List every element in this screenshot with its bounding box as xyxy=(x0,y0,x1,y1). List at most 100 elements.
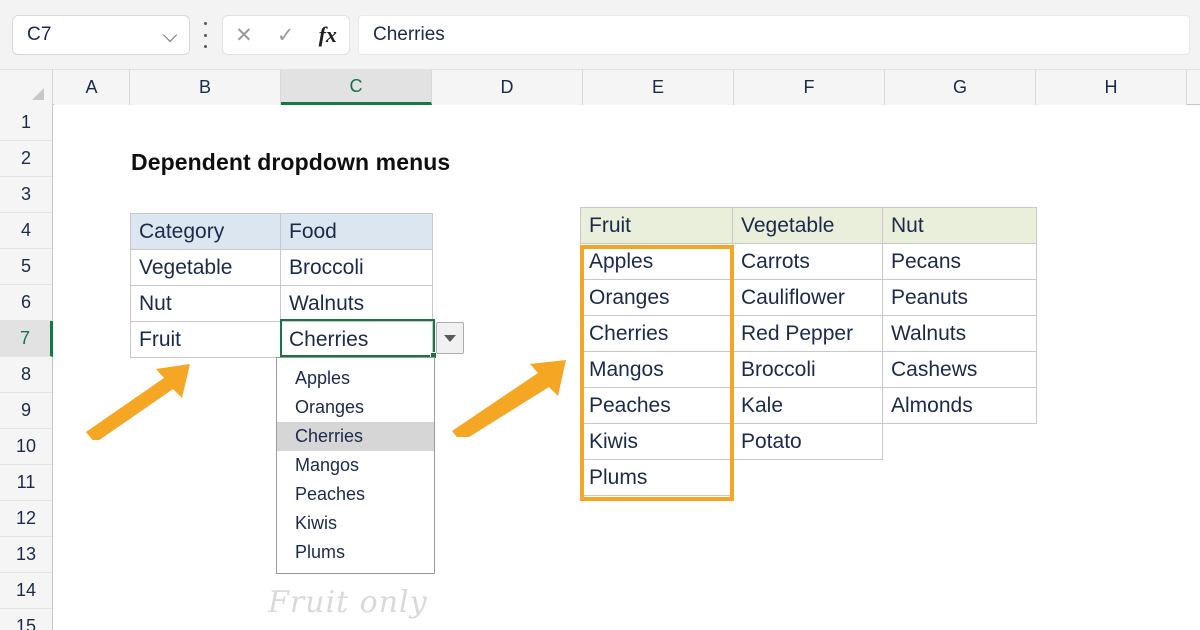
table-cell[interactable]: Plums xyxy=(580,459,733,496)
table-cell[interactable]: Pecans xyxy=(882,243,1037,280)
row-header-label: 8 xyxy=(20,364,31,384)
row-header-12[interactable]: 12 xyxy=(0,501,52,537)
row-header-6[interactable]: 6 xyxy=(0,285,52,321)
row-header-10[interactable]: 10 xyxy=(0,429,52,465)
row-header-11[interactable]: 11 xyxy=(0,465,52,501)
row-header-label: 4 xyxy=(20,220,31,240)
select-all-triangle-icon xyxy=(32,88,44,100)
more-options-icon[interactable] xyxy=(200,22,210,48)
excel-window: C7 ✕ ✓ fx Cherries A BCDE F G H 1 2 3 4 5 6 7 8 9 10 1… xyxy=(0,0,1200,630)
arrow-annotation-right xyxy=(452,360,566,437)
table-cell[interactable]: Peaches xyxy=(580,387,733,424)
column-header-cell[interactable]: Food xyxy=(280,213,433,250)
table-cell[interactable]: Almonds xyxy=(882,387,1037,424)
table-cell[interactable]: Kale xyxy=(732,387,883,424)
table-cell-empty xyxy=(883,424,1037,460)
dropdown-option[interactable]: Oranges xyxy=(277,393,434,422)
row-header-1[interactable]: 1 xyxy=(0,105,52,141)
table-cell[interactable]: Walnuts xyxy=(280,285,433,322)
table-cell[interactable]: Carrots xyxy=(732,243,883,280)
column-header-b[interactable]: B xyxy=(130,70,281,105)
row-header-14[interactable]: 14 xyxy=(0,573,52,609)
dropdown-option[interactable]: Kiwis xyxy=(277,509,434,538)
row-header-5[interactable]: 5 xyxy=(0,249,52,285)
row-header-9[interactable]: 9 xyxy=(0,393,52,429)
column-header-d[interactable]: D xyxy=(432,70,583,105)
column-header-label: F xyxy=(803,77,815,97)
table-row: Nut Walnuts xyxy=(130,285,433,322)
dropdown-list[interactable]: Apples Oranges Cherries Mangos Peaches Kiwis P… xyxy=(276,357,435,574)
dropdown-option[interactable]: Mangos xyxy=(277,451,434,480)
table-row: Oranges Cauliflower Peanuts xyxy=(580,279,1037,316)
column-header-cell[interactable]: Vegetable xyxy=(732,207,883,244)
source-lists-table: Fruit Vegetable Nut Apples Carrots Pecans Oran… xyxy=(580,207,1037,496)
column-header-label: G xyxy=(952,77,967,97)
column-header-c[interactable]: C xyxy=(281,70,432,105)
page-title: Dependent dropdown menus xyxy=(131,149,451,175)
column-header-g[interactable]: G xyxy=(885,70,1036,105)
table-row: Fruit Cherries xyxy=(130,321,433,358)
table-cell[interactable]: Cherries xyxy=(580,315,733,352)
category-food-table: Category Food Vegetable Broccoli Nut Walnuts F… xyxy=(130,213,433,358)
dropdown-option[interactable]: Peaches xyxy=(277,480,434,509)
table-cell[interactable]: Nut xyxy=(130,285,281,322)
column-header-cell[interactable]: Nut xyxy=(882,207,1037,244)
column-header-cell[interactable]: Fruit xyxy=(580,207,733,244)
column-header-h[interactable]: H xyxy=(1036,70,1187,105)
dropdown-toggle-button[interactable] xyxy=(436,322,464,354)
dropdown-option[interactable]: Plums xyxy=(277,538,434,567)
insert-function-icon[interactable]: fx xyxy=(319,24,337,46)
dropdown-option[interactable]: Apples xyxy=(277,364,434,393)
table-cell[interactable]: Oranges xyxy=(580,279,733,316)
row-header-label: 11 xyxy=(16,472,36,492)
confirm-icon[interactable]: ✓ xyxy=(277,25,295,46)
row-header-label: 6 xyxy=(20,292,31,312)
table-row: Kiwis Potato xyxy=(580,423,1037,460)
row-header-15[interactable]: 15 xyxy=(0,609,52,630)
table-cell[interactable]: Red Pepper xyxy=(732,315,883,352)
table-cell[interactable]: Potato xyxy=(732,423,883,460)
dropdown-option[interactable]: Cherries xyxy=(277,422,434,451)
row-header-label: 3 xyxy=(20,184,31,204)
table-cell[interactable]: Cauliflower xyxy=(732,279,883,316)
row-header-label: 9 xyxy=(20,400,31,420)
table-cell[interactable]: Broccoli xyxy=(732,351,883,388)
caret-down-icon xyxy=(444,334,456,342)
row-header-2[interactable]: 2 xyxy=(0,141,52,177)
table-cell[interactable]: Cashews xyxy=(882,351,1037,388)
table-cell[interactable]: Apples xyxy=(580,243,733,280)
table-cell[interactable]: Vegetable xyxy=(130,249,281,286)
column-header-cell[interactable]: Category xyxy=(130,213,281,250)
table-cell[interactable]: Peanuts xyxy=(882,279,1037,316)
row-header-3[interactable]: 3 xyxy=(0,177,52,213)
table-cell[interactable]: Mangos xyxy=(580,351,733,388)
name-box[interactable]: C7 xyxy=(12,15,190,55)
select-all-corner[interactable] xyxy=(0,70,53,105)
worksheet-grid[interactable]: Dependent dropdown menus Category Food Veg… xyxy=(54,105,1200,630)
column-header-e[interactable]: E xyxy=(583,70,734,105)
row-header-4[interactable]: 4 xyxy=(0,213,52,249)
table-cell[interactable]: Walnuts xyxy=(882,315,1037,352)
cancel-icon[interactable]: ✕ xyxy=(235,25,253,46)
column-header-label: A xyxy=(85,77,98,97)
row-header-label: 12 xyxy=(15,508,37,528)
table-cell[interactable]: Kiwis xyxy=(580,423,733,460)
table-row: Cherries Red Pepper Walnuts xyxy=(580,315,1037,352)
table-cell-empty xyxy=(733,460,883,496)
column-header-a[interactable]: A xyxy=(54,70,130,105)
table-cell[interactable]: Cherries xyxy=(280,321,433,358)
chevron-down-icon[interactable] xyxy=(163,27,179,43)
arrow-annotation-left xyxy=(86,364,190,440)
formula-input[interactable]: Cherries xyxy=(358,15,1190,55)
table-cell[interactable]: Broccoli xyxy=(280,249,433,286)
row-header-8[interactable]: 8 xyxy=(0,357,52,393)
column-header-f[interactable]: F xyxy=(734,70,885,105)
table-row: Vegetable Broccoli xyxy=(130,249,433,286)
table-cell[interactable]: Fruit xyxy=(130,321,281,358)
table-cell-empty xyxy=(883,460,1037,496)
table-row: Apples Carrots Pecans xyxy=(580,243,1037,280)
row-header-13[interactable]: 13 xyxy=(0,537,52,573)
row-header-7[interactable]: 7 xyxy=(0,321,53,357)
row-header-label: 5 xyxy=(20,256,31,276)
name-box-value: C7 xyxy=(27,24,52,45)
